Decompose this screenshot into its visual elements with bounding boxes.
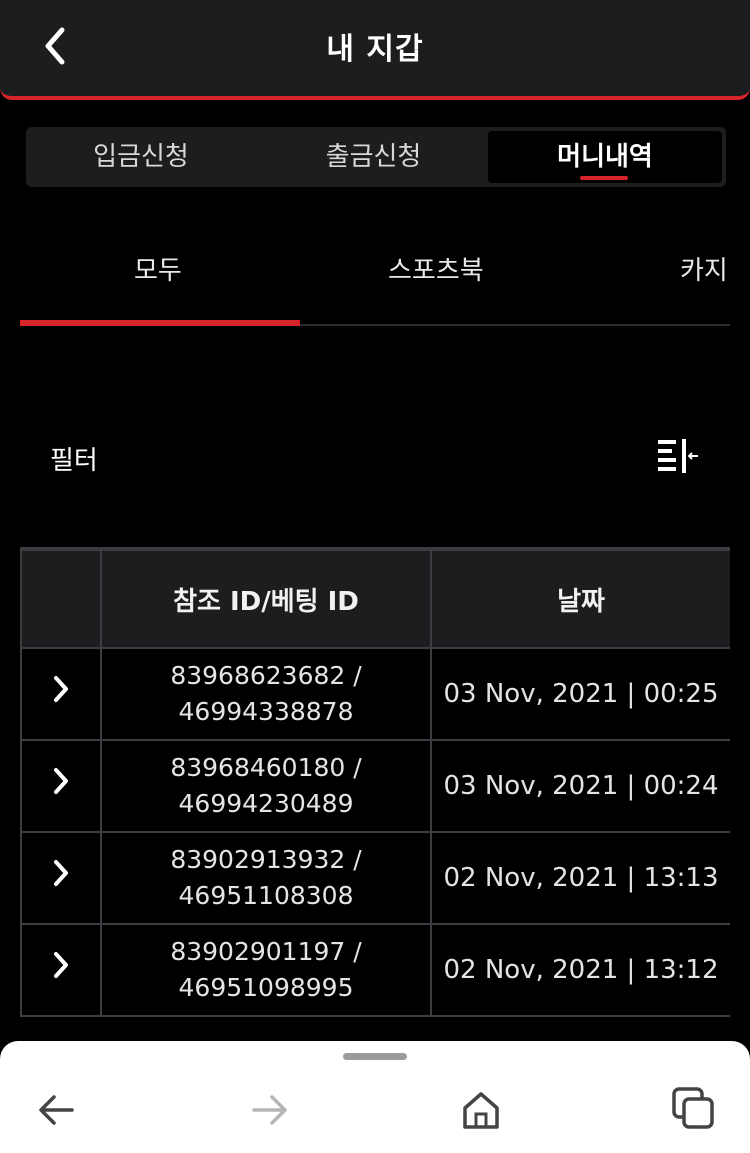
browser-tabs-button[interactable] (670, 1085, 716, 1131)
ref-id: 83968460180 / (170, 753, 362, 782)
tab-withdraw-request[interactable]: 출금신청 (256, 127, 491, 187)
arrow-forward-icon (252, 1095, 287, 1125)
tab-money-history-label: 머니내역 (557, 142, 653, 172)
filter-collapse-icon (658, 439, 698, 473)
bet-id: 46951098995 (178, 973, 354, 1002)
table-row[interactable]: 83968460180 / 46994230489 03 Nov, 2021 |… (20, 739, 730, 833)
filter-label: 필터 (50, 446, 98, 476)
bet-id: 46994338878 (178, 697, 354, 726)
tab-deposit-request[interactable]: 입금신청 (26, 127, 256, 187)
category-tabs: 모두 스포츠북 카지 (20, 230, 750, 326)
wallet-segment-tabs: 입금신청 출금신청 머니내역 (26, 127, 726, 187)
ref-id: 83902901197 / (170, 937, 362, 966)
filter-toggle-button[interactable] (656, 438, 700, 474)
bet-id: 46994230489 (178, 789, 354, 818)
chevron-right-icon (54, 768, 68, 794)
browser-bottom-bar (0, 1041, 750, 1153)
chevron-right-icon (54, 860, 68, 886)
drag-handle[interactable] (343, 1053, 407, 1060)
ref-bet-id-cell: 83902901197 / 46951098995 (100, 923, 432, 1017)
category-tab-all[interactable]: 모두 (134, 250, 182, 287)
ref-bet-id-cell: 83968623682 / 46994338878 (100, 647, 432, 741)
ref-id: 83968623682 / (170, 661, 362, 690)
app-header: 내 지갑 (0, 0, 750, 100)
bet-id: 46951108308 (178, 881, 354, 910)
tab-money-history[interactable]: 머니내역 (488, 131, 722, 183)
ref-bet-id-cell: 83968460180 / 46994230489 (100, 739, 432, 833)
active-tab-indicator (580, 176, 628, 180)
browser-forward-button[interactable] (246, 1087, 292, 1133)
date-cell: 03 Nov, 2021 | 00:24 (430, 739, 730, 833)
expand-row-button[interactable] (20, 647, 102, 741)
expand-row-button[interactable] (20, 831, 102, 925)
table-row[interactable]: 83902901197 / 46951098995 02 Nov, 2021 |… (20, 923, 730, 1017)
arrow-back-icon (39, 1095, 74, 1125)
date-cell: 02 Nov, 2021 | 13:12 (430, 923, 730, 1017)
table-row[interactable]: 83968623682 / 46994338878 03 Nov, 2021 |… (20, 647, 730, 741)
chevron-right-icon (54, 952, 68, 978)
home-icon (463, 1092, 499, 1129)
table-header-row: 참조 ID/베팅 ID 날짜 (20, 549, 730, 649)
page-title: 내 지갑 (326, 32, 424, 67)
tabs-icon (672, 1087, 714, 1129)
date-cell: 02 Nov, 2021 | 13:13 (430, 831, 730, 925)
money-history-table: 참조 ID/베팅 ID 날짜 83968623682 / 46994338878… (20, 547, 730, 1022)
ref-id: 83902913932 / (170, 845, 362, 874)
browser-back-button[interactable] (34, 1087, 80, 1133)
active-category-indicator (20, 320, 300, 326)
table-row[interactable]: 83902913932 / 46951108308 02 Nov, 2021 |… (20, 831, 730, 925)
expand-row-button[interactable] (20, 923, 102, 1017)
ref-bet-id-cell: 83902913932 / 46951108308 (100, 831, 432, 925)
category-tab-sportsbook[interactable]: 스포츠북 (388, 250, 484, 287)
column-header-expand (20, 549, 102, 649)
column-header-date: 날짜 (430, 549, 730, 649)
column-header-ref-bet-id: 참조 ID/베팅 ID (100, 549, 432, 649)
expand-row-button[interactable] (20, 739, 102, 833)
browser-home-button[interactable] (458, 1087, 504, 1133)
category-tab-casino[interactable]: 카지 (680, 250, 728, 287)
chevron-right-icon (54, 676, 68, 702)
date-cell: 03 Nov, 2021 | 00:25 (430, 647, 730, 741)
